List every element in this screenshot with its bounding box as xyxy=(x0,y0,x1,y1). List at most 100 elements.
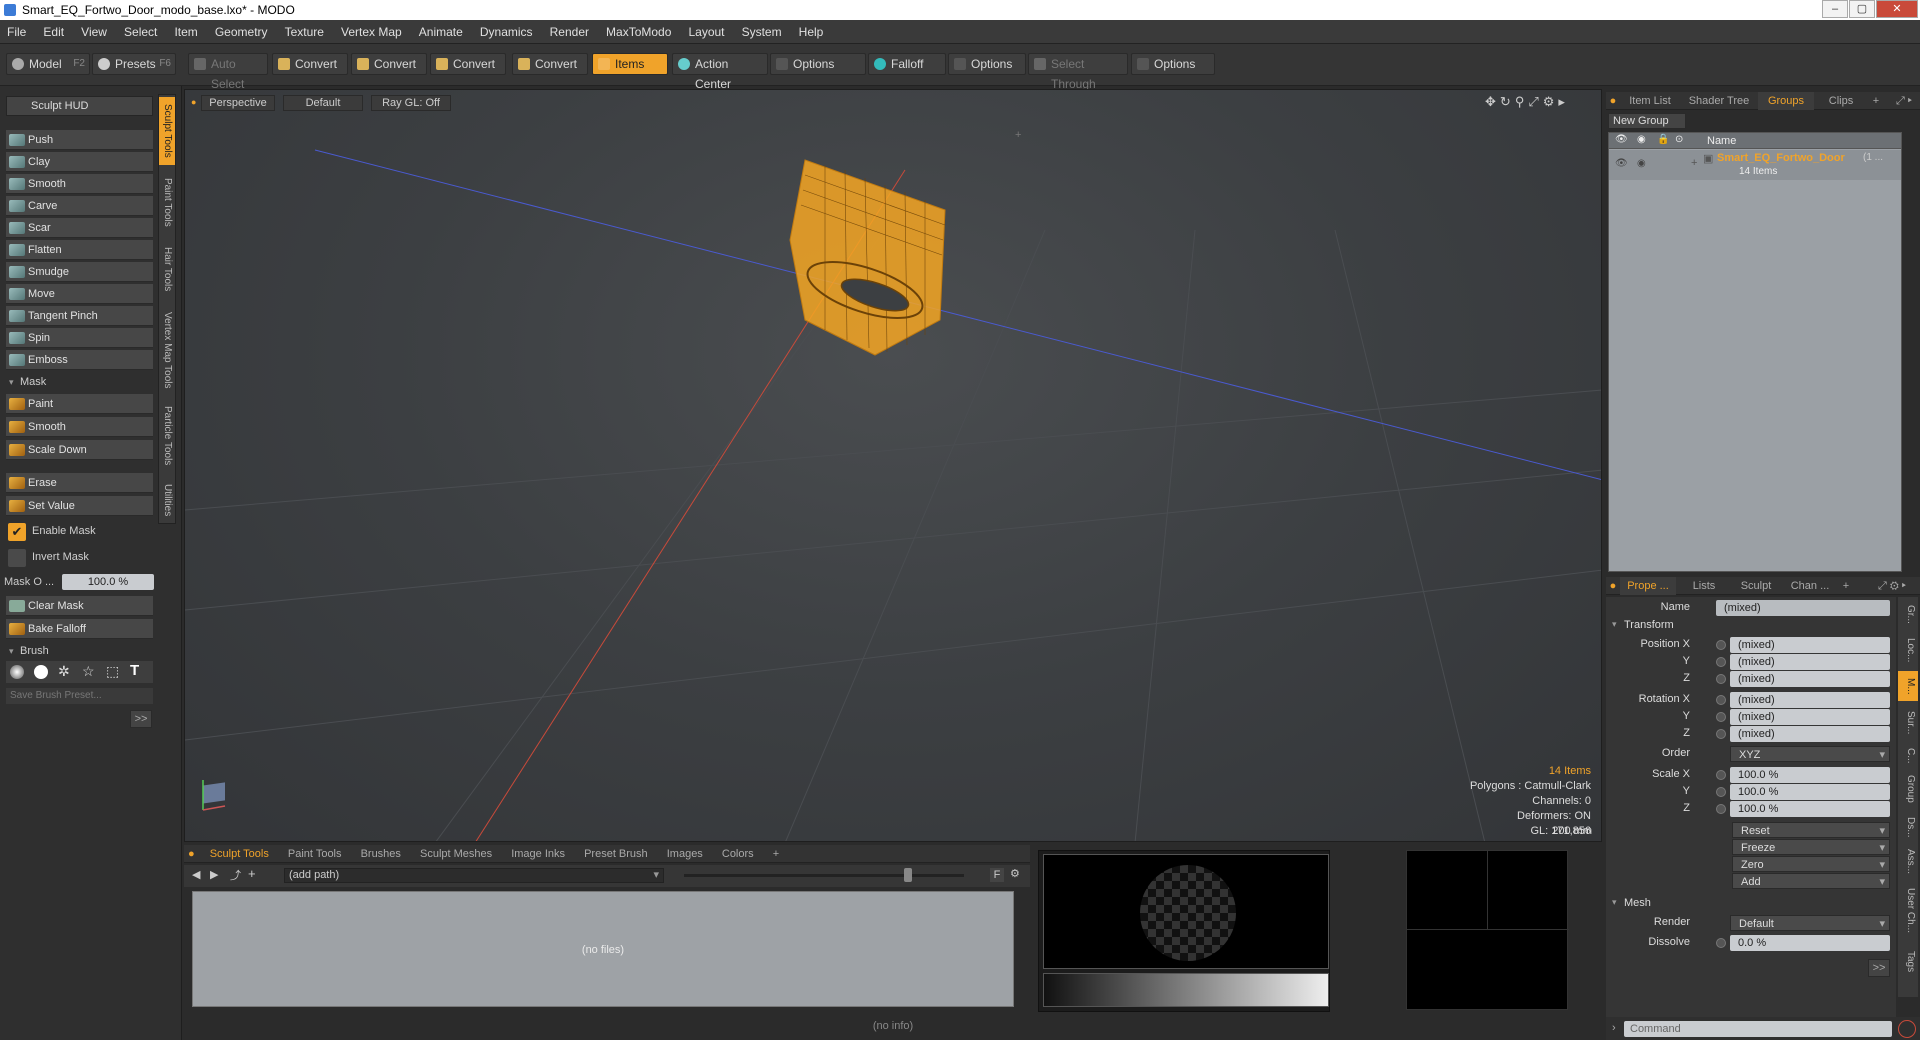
menu-maxtomodo[interactable]: MaxToModo xyxy=(599,20,678,44)
mask-opacity-input[interactable]: 100.0 % xyxy=(62,574,154,590)
hard-brush-icon[interactable] xyxy=(34,665,48,679)
keyframe-dot-icon[interactable] xyxy=(1716,770,1726,780)
tab-groups[interactable]: Groups xyxy=(1758,92,1814,110)
view-type-dropdown[interactable]: Perspective xyxy=(201,95,275,111)
tab-channels[interactable]: Chan ... xyxy=(1784,577,1836,595)
keyframe-dot-icon[interactable] xyxy=(1716,674,1726,684)
maximize-panel-icon[interactable]: ⤢ ▸ xyxy=(1890,92,1918,110)
maximize-icon[interactable]: ▢ xyxy=(1849,0,1875,18)
clear-mask-button[interactable]: Clear Mask xyxy=(6,596,153,616)
minimize-icon[interactable]: – xyxy=(1822,0,1848,18)
new-group-button[interactable]: New Group xyxy=(1608,113,1686,129)
menu-layout[interactable]: Layout xyxy=(681,20,731,44)
tool-flatten[interactable]: Flatten xyxy=(6,240,153,260)
tab-lists[interactable]: Lists xyxy=(1680,577,1728,595)
render-dropdown[interactable]: Default xyxy=(1730,915,1890,932)
command-input[interactable]: Command xyxy=(1624,1021,1892,1037)
slider-handle[interactable] xyxy=(904,868,912,882)
add-tab-button[interactable]: + xyxy=(1868,92,1884,110)
name-input[interactable]: (mixed) xyxy=(1716,600,1890,616)
menu-animate[interactable]: Animate xyxy=(412,20,470,44)
expand-button[interactable]: >> xyxy=(1868,959,1890,977)
fit-icon[interactable]: ⤢ xyxy=(1528,94,1542,109)
tab-group[interactable]: Group xyxy=(1898,771,1918,807)
gear-icon[interactable]: ⚙ xyxy=(1010,867,1020,880)
tab-paint-tools[interactable]: Paint Tools xyxy=(159,171,175,233)
position-z-input[interactable]: (mixed) xyxy=(1716,671,1890,687)
order-dropdown[interactable]: XYZ xyxy=(1730,746,1890,763)
panel-menu-icon[interactable]: ● xyxy=(1608,92,1618,110)
star-brush-icon[interactable]: ☆ xyxy=(82,663,95,680)
tab-item-list[interactable]: Item List xyxy=(1620,92,1680,110)
menu-texture[interactable]: Texture xyxy=(278,20,331,44)
add-tab-button[interactable]: + xyxy=(765,845,787,863)
tab-sur[interactable]: Sur... xyxy=(1898,705,1918,741)
tab-tags[interactable]: Tags xyxy=(1898,945,1918,979)
menu-file[interactable]: File xyxy=(0,20,33,44)
tool-tangent-pinch[interactable]: Tangent Pinch xyxy=(6,306,153,326)
position-x-input[interactable]: (mixed) xyxy=(1716,637,1890,653)
path-dropdown[interactable]: (add path) ▾ xyxy=(284,868,664,883)
panel-options-icon[interactable]: ⤢ ⚙ ▸ xyxy=(1868,577,1916,595)
keyframe-dot-icon[interactable] xyxy=(1716,938,1726,948)
3d-viewport[interactable]: + ● Perspective Default Ray GL: Off ✥↻⚲⤢… xyxy=(184,89,1602,842)
items-button[interactable]: Items xyxy=(592,53,668,75)
scale-x-input[interactable]: 100.0 % xyxy=(1716,767,1890,783)
keyframe-dot-icon[interactable] xyxy=(1716,695,1726,705)
menu-render[interactable]: Render xyxy=(543,20,596,44)
thumbnail-size-slider[interactable] xyxy=(684,868,964,882)
panel-menu-icon[interactable]: ● xyxy=(1608,577,1618,595)
panel-menu-icon[interactable]: ● xyxy=(184,845,199,863)
viewport-menu-icon[interactable]: ● xyxy=(191,97,196,107)
tab-sculpt[interactable]: Sculpt xyxy=(1730,577,1782,595)
keyframe-dot-icon[interactable] xyxy=(1716,640,1726,650)
shading-dropdown[interactable]: Default xyxy=(283,95,363,111)
convert-edges-button[interactable]: Convert xyxy=(351,53,427,75)
close-icon[interactable]: ✕ xyxy=(1876,0,1918,18)
bake-falloff-button[interactable]: Bake Falloff xyxy=(6,619,153,639)
menu-help[interactable]: Help xyxy=(792,20,831,44)
rotate-icon[interactable]: ↻ xyxy=(1500,94,1515,109)
falloff-button[interactable]: Falloff xyxy=(868,53,946,75)
group-row[interactable]: 👁 ◉ + ▣ Smart_EQ_Fortwo_Door (1 ... 14 I… xyxy=(1609,150,1901,180)
tab-loc[interactable]: Loc... xyxy=(1898,633,1918,667)
door-mesh[interactable] xyxy=(789,159,946,356)
menu-item[interactable]: Item xyxy=(167,20,204,44)
action-center-options-button[interactable]: Options xyxy=(770,53,866,75)
expand-icon[interactable]: + xyxy=(1691,157,1697,169)
save-brush-preset-button[interactable]: Save Brush Preset... xyxy=(6,688,153,704)
mask-set-value[interactable]: Set Value xyxy=(6,496,153,516)
zero-dropdown[interactable]: Zero xyxy=(1732,856,1890,873)
render-icon[interactable]: ◉ xyxy=(1637,158,1646,169)
tab-brushes[interactable]: Brushes xyxy=(353,845,409,863)
text-brush-icon[interactable]: T xyxy=(130,662,139,679)
tab-properties[interactable]: Prope ... xyxy=(1620,577,1676,595)
lock-icon[interactable]: 🔒 xyxy=(1657,134,1669,145)
keyframe-dot-icon[interactable] xyxy=(1716,787,1726,797)
menu-view[interactable]: View xyxy=(74,20,114,44)
freeze-dropdown[interactable]: Freeze xyxy=(1732,839,1890,856)
tab-hair-tools[interactable]: Hair Tools xyxy=(159,239,175,299)
tab-sculpt-tools[interactable]: Sculpt Tools xyxy=(159,97,175,165)
menu-geometry[interactable]: Geometry xyxy=(208,20,275,44)
tab-image-inks[interactable]: Image Inks xyxy=(503,845,573,863)
convert-vertices-button[interactable]: Convert xyxy=(272,53,348,75)
tab-shader-tree[interactable]: Shader Tree xyxy=(1682,92,1756,110)
brush-section[interactable]: Brush xyxy=(6,643,153,659)
arrow-right-icon[interactable]: ▸ xyxy=(1558,94,1569,109)
tab-particle-tools[interactable]: Particle Tools xyxy=(159,401,175,471)
tab-c[interactable]: C... xyxy=(1898,745,1918,767)
select-through-options-button[interactable]: Options xyxy=(1131,53,1215,75)
mask-smooth[interactable]: Smooth xyxy=(6,417,153,437)
rotation-z-input[interactable]: (mixed) xyxy=(1716,726,1890,742)
menu-vertex-map[interactable]: Vertex Map xyxy=(334,20,409,44)
select-through-button[interactable]: Select Through xyxy=(1028,53,1128,91)
tool-move[interactable]: Move xyxy=(6,284,153,304)
tab-gr[interactable]: Gr... xyxy=(1898,599,1918,629)
scale-y-input[interactable]: 100.0 % xyxy=(1716,784,1890,800)
tool-smooth[interactable]: Smooth xyxy=(6,174,153,194)
mesh-section[interactable]: Mesh xyxy=(1612,897,1651,909)
zoom-icon[interactable]: ⚲ xyxy=(1515,94,1529,109)
tool-spin[interactable]: Spin xyxy=(6,328,153,348)
expand-button[interactable]: >> xyxy=(130,710,152,728)
